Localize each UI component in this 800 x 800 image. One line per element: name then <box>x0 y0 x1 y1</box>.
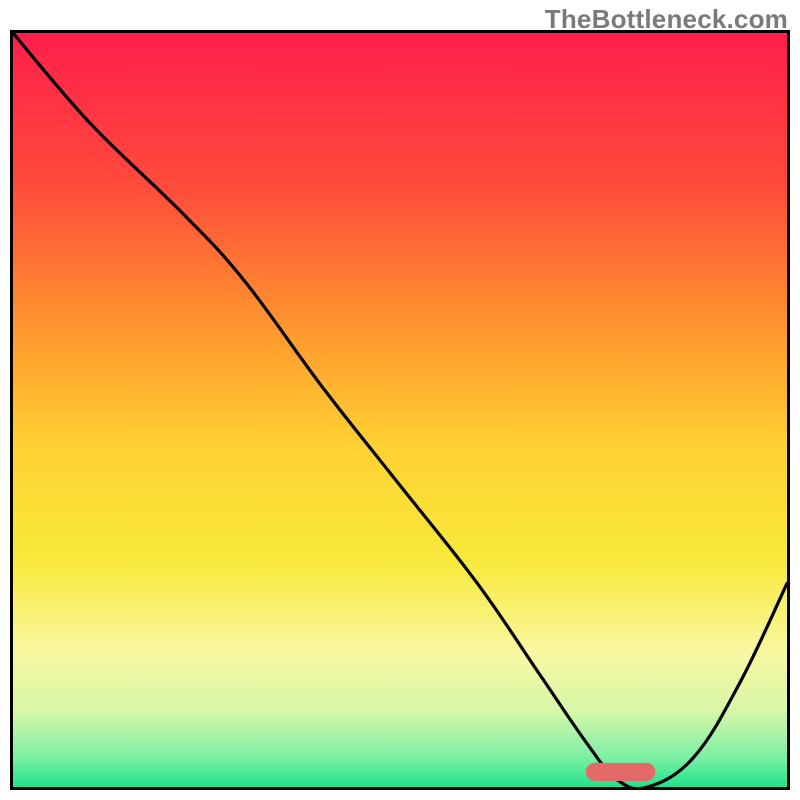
bottleneck-chart <box>13 33 787 787</box>
gradient-background <box>13 33 787 787</box>
chart-frame <box>10 30 790 790</box>
optimal-range-marker <box>586 763 656 781</box>
